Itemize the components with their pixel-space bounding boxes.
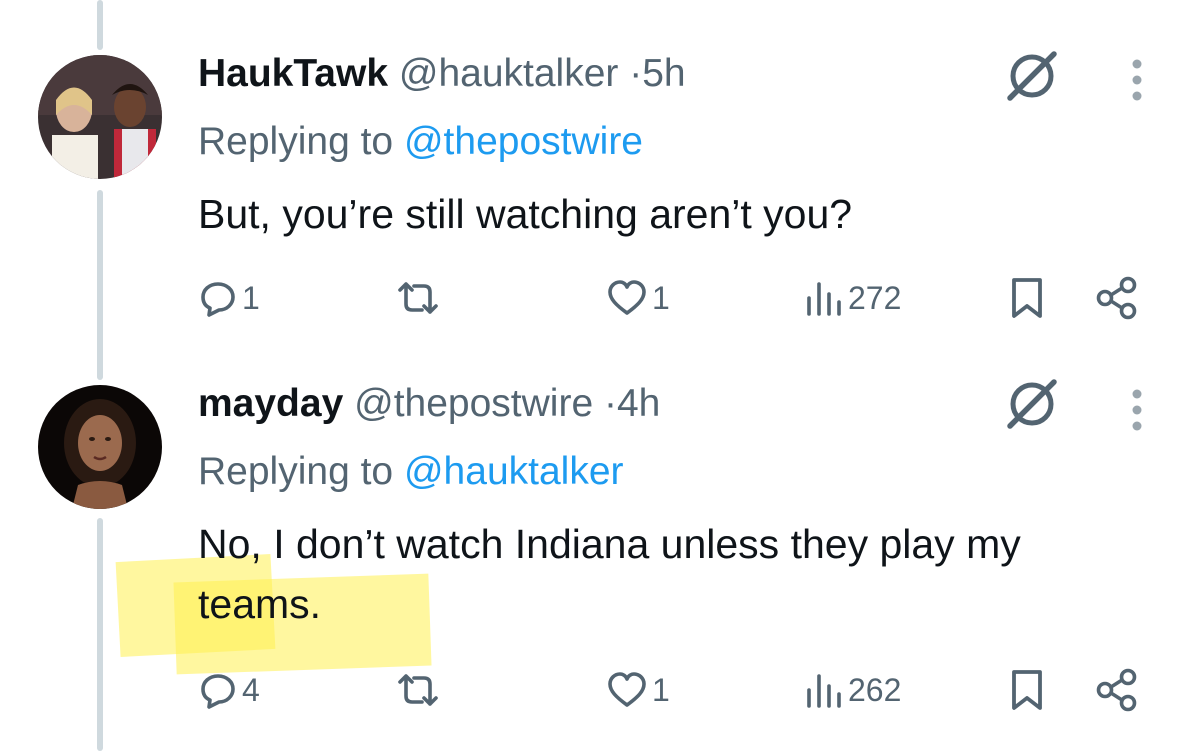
thread-line-middle	[97, 190, 103, 380]
user-handle[interactable]: @thepostwire	[354, 382, 593, 425]
views-icon	[807, 674, 841, 708]
timestamp[interactable]: 5h	[642, 52, 685, 95]
separator-dot: ·	[603, 382, 617, 425]
more-options-icon[interactable]	[1122, 55, 1152, 105]
like-button[interactable]: 1	[606, 278, 670, 318]
share-button[interactable]	[1094, 276, 1140, 320]
like-count: 1	[652, 279, 670, 316]
grok-icon[interactable]	[1002, 374, 1062, 434]
mention-link[interactable]: @thepostwire	[404, 120, 643, 163]
user-handle[interactable]: @hauktalker	[399, 52, 619, 95]
reply-count: 4	[242, 671, 260, 708]
separator-dot: ·	[629, 52, 643, 95]
repost-button[interactable]	[394, 278, 442, 318]
repost-button[interactable]	[394, 670, 442, 710]
view-count: 272	[848, 279, 902, 316]
more-options-icon[interactable]	[1122, 385, 1152, 435]
views-icon	[807, 282, 841, 316]
repost-icon	[398, 282, 438, 314]
view-count: 262	[848, 671, 902, 708]
mention-link[interactable]: @hauktalker	[404, 450, 624, 493]
heart-icon	[608, 672, 646, 707]
avatar[interactable]	[38, 385, 162, 509]
bookmark-icon	[1012, 278, 1042, 318]
bookmark-button[interactable]	[1008, 668, 1046, 712]
tweet-text-line: No, I don’t watch Indiana unless they pl…	[198, 521, 1021, 567]
bookmark-icon	[1012, 670, 1042, 710]
reply-button[interactable]: 1	[198, 278, 260, 318]
like-count: 1	[652, 671, 670, 708]
replying-to: Replying to @thepostwire	[198, 120, 643, 164]
tweet-header: mayday @thepostwire ·4h	[198, 382, 660, 426]
share-icon	[1096, 276, 1137, 320]
share-button[interactable]	[1094, 668, 1140, 712]
reply-icon	[201, 282, 235, 317]
views-button[interactable]: 262	[804, 670, 901, 710]
replying-to-label: Replying to	[198, 120, 394, 163]
tweet-text: No, I don’t watch Indiana unless they pl…	[198, 514, 1178, 634]
views-button[interactable]: 272	[804, 278, 901, 318]
reply-count: 1	[242, 279, 260, 316]
display-name[interactable]: mayday	[198, 382, 343, 425]
share-icon	[1096, 668, 1137, 712]
tweet-text-line: teams.	[198, 581, 322, 627]
timestamp[interactable]: 4h	[617, 382, 660, 425]
reply-button[interactable]: 4	[198, 670, 260, 710]
replying-to: Replying to @hauktalker	[198, 450, 624, 494]
thread-line-top	[97, 0, 103, 50]
like-button[interactable]: 1	[606, 670, 670, 710]
tweet-header: HaukTawk @hauktalker ·5h	[198, 52, 686, 96]
grok-icon[interactable]	[1002, 46, 1062, 106]
heart-icon	[608, 280, 646, 315]
display-name[interactable]: HaukTawk	[198, 52, 388, 95]
avatar[interactable]	[38, 55, 162, 179]
reply-icon	[201, 674, 235, 709]
replying-to-label: Replying to	[198, 450, 394, 493]
tweet-text: But, you’re still watching aren’t you?	[198, 191, 853, 237]
bookmark-button[interactable]	[1008, 276, 1046, 320]
repost-icon	[398, 674, 438, 706]
thread-line-bottom	[97, 518, 103, 751]
